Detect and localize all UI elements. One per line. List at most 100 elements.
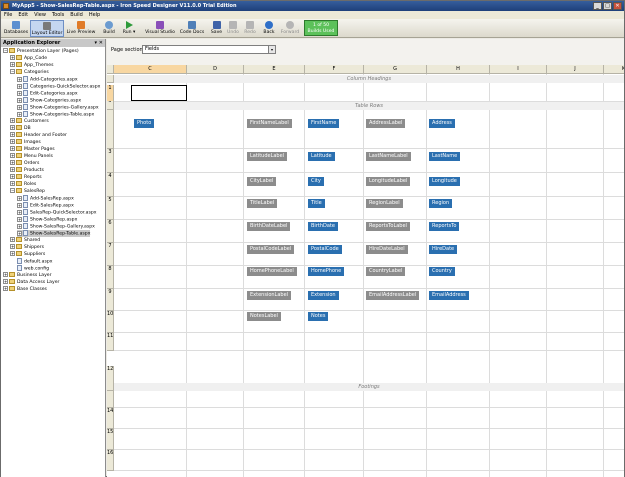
column-header[interactable]: D <box>187 65 244 74</box>
tree-item[interactable]: − Presentation Layer (Pages) <box>3 48 79 55</box>
field-value[interactable]: FirstName <box>308 119 340 128</box>
row-header[interactable]: 15 <box>107 429 114 450</box>
expand-icon[interactable]: + <box>10 251 15 256</box>
layout-editor-button[interactable]: Layout Editor <box>30 20 64 37</box>
collapse-icon[interactable]: − <box>10 188 15 193</box>
field-label[interactable]: ReportsToLabel <box>366 222 410 231</box>
collapse-icon[interactable]: − <box>3 48 8 53</box>
column-header[interactable]: K <box>604 65 624 74</box>
selected-cell[interactable] <box>131 85 187 101</box>
expand-icon[interactable]: + <box>17 216 22 222</box>
field-label[interactable]: LongitudeLabel <box>366 177 411 186</box>
tree-item[interactable]: + App_Themes <box>10 62 54 69</box>
expand-icon[interactable]: + <box>10 174 15 179</box>
field-value[interactable]: Region <box>429 199 453 208</box>
menu-tools[interactable]: Tools <box>52 11 64 19</box>
minimize-button[interactable]: _ <box>593 2 602 10</box>
expand-icon[interactable]: + <box>10 55 15 60</box>
tree-item[interactable]: + SalesRep-QuickSelector.aspx <box>17 209 97 216</box>
tree-item[interactable]: + Show-SalesRep-Gallery.aspx <box>17 223 95 230</box>
field-value[interactable]: Title <box>308 199 325 208</box>
tree-item[interactable]: + Header and Footer <box>10 132 67 139</box>
tree-item[interactable]: + Shippers <box>10 244 44 251</box>
expand-icon[interactable]: + <box>10 167 15 172</box>
visual-studio-button[interactable]: Visual Studio <box>143 20 177 37</box>
field-value[interactable]: PostalCode <box>308 245 342 254</box>
field-value[interactable]: Extension <box>308 291 339 300</box>
collapse-icon[interactable]: − <box>10 69 15 74</box>
field-value[interactable]: Longitude <box>429 177 460 186</box>
field-label[interactable]: RegionLabel <box>366 199 403 208</box>
field-label[interactable]: LastNameLabel <box>366 152 411 161</box>
live-preview-button[interactable]: Live Preview <box>65 20 97 37</box>
explorer-pin-close-icons[interactable]: ▾ ✕ <box>95 39 103 47</box>
field-label[interactable]: TitleLabel <box>247 199 278 208</box>
column-header[interactable]: J <box>547 65 604 74</box>
expand-icon[interactable]: + <box>10 181 15 186</box>
field-value[interactable]: Latitude <box>308 152 335 161</box>
tree-item[interactable]: + Categories-QuickSelector.aspx <box>17 83 100 90</box>
expand-icon[interactable]: + <box>17 209 22 215</box>
expand-icon[interactable]: + <box>17 202 22 208</box>
menu-build[interactable]: Build <box>70 11 83 19</box>
expand-icon[interactable]: + <box>10 146 15 151</box>
field-value[interactable]: BirthDate <box>308 222 338 231</box>
row-header[interactable]: 9 <box>107 289 114 311</box>
field-label[interactable]: AddressLabel <box>366 119 406 128</box>
chevron-down-icon[interactable]: ▾ <box>268 46 275 53</box>
menu-help[interactable]: Help <box>89 11 100 19</box>
column-header[interactable]: I <box>490 65 547 74</box>
expand-icon[interactable]: + <box>10 153 15 158</box>
databases-button[interactable]: Databases <box>3 20 29 37</box>
field-label[interactable]: ExtensionLabel <box>247 291 292 300</box>
column-header[interactable]: H <box>427 65 490 74</box>
field-label[interactable]: EmailAddressLabel <box>366 291 420 300</box>
expand-icon[interactable]: + <box>3 272 8 277</box>
expand-icon[interactable]: + <box>17 230 22 236</box>
tree-item[interactable]: + Shared <box>10 237 40 244</box>
run-dropdown-icon[interactable]: ▾ <box>132 30 135 35</box>
menu-view[interactable]: View <box>34 11 46 19</box>
field-value[interactable]: City <box>308 177 324 186</box>
close-button[interactable]: ✕ <box>613 2 622 10</box>
tree-item[interactable]: + Orders <box>10 160 39 167</box>
tree-item[interactable]: + Master Pages <box>10 146 55 153</box>
field-label[interactable]: HireDateLabel <box>366 245 408 254</box>
expand-icon[interactable]: + <box>17 111 22 117</box>
tree-item[interactable]: + Images <box>10 139 41 146</box>
expand-icon[interactable]: + <box>10 62 15 67</box>
column-header[interactable]: E <box>244 65 305 74</box>
row-header[interactable]: 11 <box>107 333 114 351</box>
field-label[interactable]: CityLabel <box>247 177 277 186</box>
column-header[interactable]: G <box>364 65 427 74</box>
forward-button[interactable]: Forward <box>278 20 302 37</box>
tree-item[interactable]: + Roles <box>10 181 36 188</box>
tree-item[interactable]: + Show-SalesRep-Table.aspx <box>17 230 91 237</box>
tree-item[interactable]: + Add-Categories.aspx <box>17 76 78 83</box>
row-header[interactable]: 3 <box>107 149 114 173</box>
field-value[interactable]: ReportsTo <box>429 222 460 231</box>
build-button[interactable]: Build <box>100 20 118 37</box>
maximize-button[interactable]: □ <box>603 2 612 10</box>
field-label[interactable]: FirstNameLabel <box>247 119 292 128</box>
tree-item[interactable]: + DB <box>10 125 31 132</box>
field-label[interactable]: HomePhoneLabel <box>247 267 297 276</box>
expand-icon[interactable]: + <box>10 244 15 249</box>
page-section-select[interactable]: Fields ▾ <box>142 45 276 54</box>
field-label[interactable]: BirthDateLabel <box>247 222 291 231</box>
back-button[interactable]: Back <box>261 20 277 37</box>
tree-item[interactable]: + Show-Categories.aspx <box>17 97 81 104</box>
redo-button[interactable]: Redo <box>242 20 258 37</box>
field-value[interactable]: HomePhone <box>308 267 345 276</box>
field-label[interactable]: LatitudeLabel <box>247 152 288 161</box>
expand-icon[interactable]: + <box>17 76 22 82</box>
expand-icon[interactable]: + <box>10 160 15 165</box>
expand-icon[interactable]: + <box>10 132 15 137</box>
column-header[interactable]: C <box>114 65 187 74</box>
expand-icon[interactable]: + <box>17 83 22 89</box>
tree-item[interactable]: + Base Classes <box>3 286 47 293</box>
run-button[interactable]: Run ▾ <box>119 20 139 37</box>
tree-item[interactable]: + Suppliers <box>10 251 45 258</box>
expand-icon[interactable]: + <box>3 279 8 284</box>
row-header[interactable]: 6 <box>107 220 114 243</box>
